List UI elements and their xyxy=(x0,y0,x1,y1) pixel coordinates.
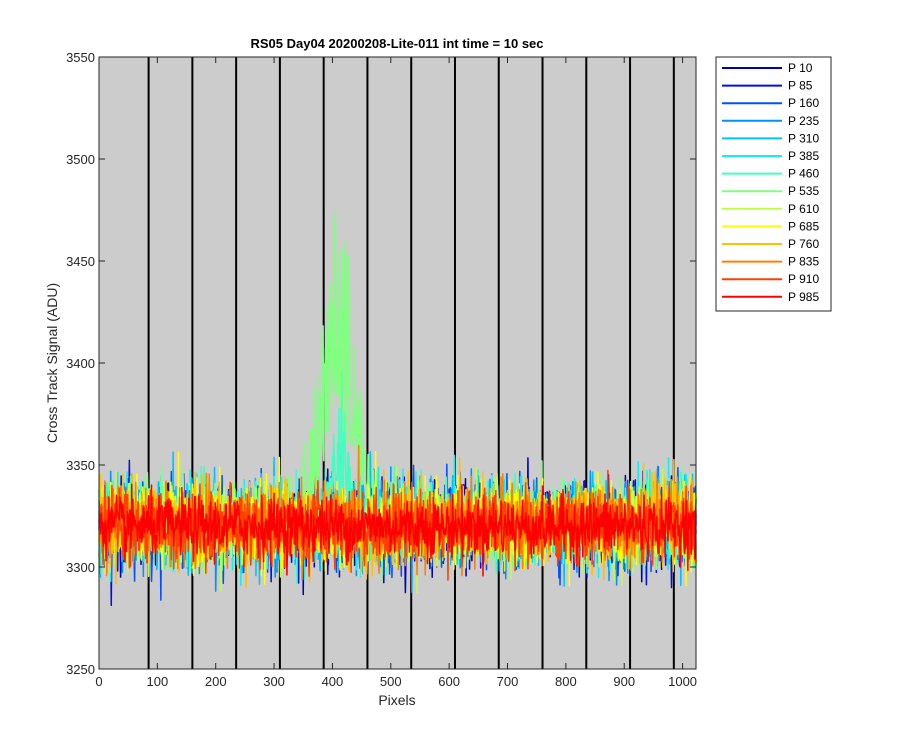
legend-label-3: P 235 xyxy=(788,114,819,128)
x-tick-label-5: 500 xyxy=(380,674,402,689)
legend-label-10: P 760 xyxy=(788,237,819,251)
x-tick-label-4: 400 xyxy=(322,674,344,689)
x-tick-label-10: 1000 xyxy=(668,674,697,689)
y-tick-label-3: 3400 xyxy=(66,356,95,371)
plot-background xyxy=(99,57,696,669)
x-tick-label-8: 800 xyxy=(555,674,577,689)
legend-label-7: P 535 xyxy=(788,184,819,198)
chart-svg: RS05 Day04 20200208-Lite-011 int time = … xyxy=(44,36,832,708)
y-tick-label-5: 3500 xyxy=(66,152,95,167)
legend-label-8: P 610 xyxy=(788,202,819,216)
x-tick-label-3: 300 xyxy=(263,674,285,689)
chart-root: RS05 Day04 20200208-Lite-011 int time = … xyxy=(0,0,900,750)
y-axis-label: Cross Track Signal (ADU) xyxy=(44,283,60,443)
y-tick-label-1: 3300 xyxy=(66,560,95,575)
legend: P 10 P 85 P 160 P 235 P 310 P 385 P 460 P 535 P … xyxy=(715,56,832,312)
chart-title: RS05 Day04 20200208-Lite-011 int time = … xyxy=(250,36,543,51)
legend-label-2: P 160 xyxy=(788,96,819,110)
x-tick-label-9: 900 xyxy=(613,674,635,689)
x-axis-label: Pixels xyxy=(378,692,415,708)
x-tick-label-0: 0 xyxy=(95,674,102,689)
y-tick-label-6: 3550 xyxy=(66,50,95,65)
y-tick-label-2: 3350 xyxy=(66,458,95,473)
legend-label-9: P 685 xyxy=(788,219,819,233)
x-tick-label-2: 200 xyxy=(205,674,227,689)
legend-label-5: P 385 xyxy=(788,149,819,163)
y-tick-label-0: 3250 xyxy=(66,662,95,677)
legend-label-4: P 310 xyxy=(788,131,819,145)
x-tick-label-1: 100 xyxy=(147,674,169,689)
legend-label-13: P 985 xyxy=(788,290,819,304)
legend-label-6: P 460 xyxy=(788,167,819,181)
x-tick-label-7: 700 xyxy=(497,674,519,689)
legend-label-11: P 835 xyxy=(788,255,819,269)
y-tick-label-4: 3450 xyxy=(66,254,95,269)
x-tick-label-6: 600 xyxy=(438,674,460,689)
legend-label-1: P 85 xyxy=(788,79,813,93)
legend-label-12: P 910 xyxy=(788,272,819,286)
legend-label-0: P 10 xyxy=(788,61,813,75)
